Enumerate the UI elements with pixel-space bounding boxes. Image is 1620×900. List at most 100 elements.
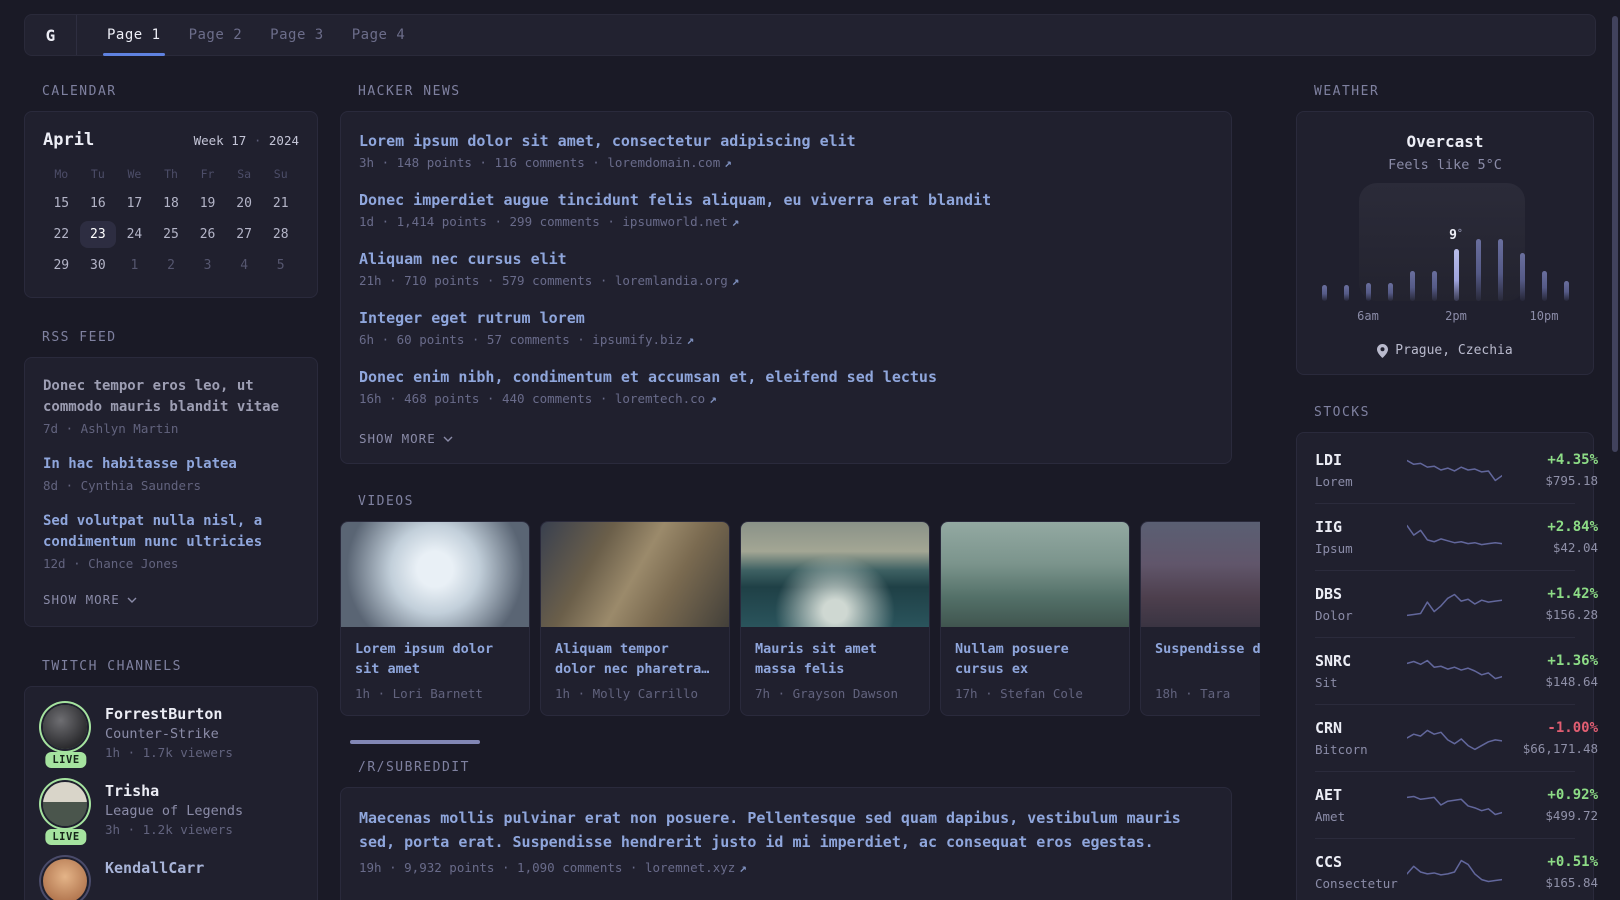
rss-item[interactable]: In hac habitasse platea 8d · Cynthia Sau… bbox=[43, 454, 299, 493]
rss-item[interactable]: Sed volutpat nulla nisl, a condimentum n… bbox=[43, 511, 299, 571]
stock-price: $66,171.48 bbox=[1522, 741, 1598, 756]
rss-item-meta: 7d · Ashlyn Martin bbox=[43, 421, 179, 436]
hn-item-meta: 1d · 1,414 points · 299 comments · ipsum… bbox=[359, 214, 1213, 229]
hn-item-meta: 3h · 148 points · 116 comments · loremdo… bbox=[359, 155, 1213, 170]
stock-row[interactable]: DBS Dolor +1.42% $156.28 bbox=[1315, 570, 1598, 637]
twitch-channel[interactable]: LIVE Trisha League of Legends 3h · 1.2k … bbox=[43, 782, 299, 845]
hn-item[interactable]: Aliquam nec cursus elit 21h · 710 points… bbox=[359, 250, 1213, 288]
video-card[interactable]: Suspendisse diam 18h · Tara bbox=[1140, 521, 1260, 716]
calendar-day-selected[interactable]: 23 bbox=[79, 221, 117, 248]
hn-item[interactable]: Donec imperdiet augue tincidunt felis al… bbox=[359, 191, 1213, 229]
stock-row[interactable]: CCS Consectetur +0.51% $165.84 bbox=[1315, 838, 1598, 900]
hacker-news-widget: Lorem ipsum dolor sit amet, consectetur … bbox=[340, 111, 1232, 464]
twitch-channel[interactable]: KendallCarr bbox=[43, 859, 299, 900]
hn-meta-text: 16h · 468 points · 440 comments · loremt… bbox=[359, 391, 706, 406]
tab-page-4[interactable]: Page 4 bbox=[338, 15, 420, 55]
weather-location-row[interactable]: Prague, Czechia bbox=[1315, 343, 1575, 358]
calendar-day-next-month[interactable]: 4 bbox=[226, 252, 263, 279]
videos-carousel[interactable]: Lorem ipsum dolor sit amet consectetu… 1… bbox=[340, 521, 1260, 716]
hn-item-title[interactable]: Donec enim nibh, condimentum et accumsan… bbox=[359, 368, 1213, 386]
video-card[interactable]: Mauris sit amet massa felis 7h · Grayson… bbox=[740, 521, 930, 716]
hn-item-title[interactable]: Integer eget rutrum lorem bbox=[359, 309, 1213, 327]
stock-price: $795.18 bbox=[1545, 473, 1598, 488]
tab-page-2[interactable]: Page 2 bbox=[175, 15, 257, 55]
calendar-day[interactable]: 27 bbox=[226, 221, 263, 248]
weather-condition: Overcast bbox=[1406, 132, 1484, 151]
calendar-day[interactable]: 29 bbox=[43, 252, 80, 279]
external-link-icon[interactable]: ↗ bbox=[709, 391, 717, 406]
calendar-day[interactable]: 19 bbox=[189, 190, 226, 217]
hn-show-more-button[interactable]: SHOW MORE bbox=[359, 431, 453, 446]
calendar-day-next-month[interactable]: 1 bbox=[116, 252, 153, 279]
calendar-day[interactable]: 24 bbox=[116, 221, 153, 248]
external-link-icon[interactable]: ↗ bbox=[732, 273, 740, 288]
calendar-day[interactable]: 15 bbox=[43, 190, 80, 217]
video-meta: 7h · Grayson Dawson bbox=[755, 686, 898, 701]
calendar-day[interactable]: 21 bbox=[262, 190, 299, 217]
page-tabs: Page 1 Page 2 Page 3 Page 4 bbox=[93, 15, 420, 56]
calendar-day[interactable]: 28 bbox=[262, 221, 299, 248]
hn-item[interactable]: Donec enim nibh, condimentum et accumsan… bbox=[359, 368, 1213, 406]
calendar-day[interactable]: 25 bbox=[153, 221, 190, 248]
stock-row[interactable]: IIG Ipsum +2.84% $42.04 bbox=[1315, 503, 1598, 570]
video-card[interactable]: Lorem ipsum dolor sit amet consectetu… 1… bbox=[340, 521, 530, 716]
dow-mo: Mo bbox=[54, 167, 69, 181]
stock-row[interactable]: AET Amet +0.92% $499.72 bbox=[1315, 771, 1598, 838]
dow-tu: Tu bbox=[90, 167, 105, 181]
calendar-day[interactable]: 16 bbox=[80, 190, 117, 217]
dow-we: We bbox=[127, 167, 142, 181]
twitch-channel-game: Counter-Strike bbox=[105, 726, 219, 742]
stock-row[interactable]: CRN Bitcorn -1.00% $66,171.48 bbox=[1315, 704, 1598, 771]
app-logo[interactable]: G bbox=[25, 15, 77, 55]
hn-item[interactable]: Integer eget rutrum lorem 6h · 60 points… bbox=[359, 309, 1213, 347]
calendar-year: 2024 bbox=[268, 133, 299, 148]
rss-item[interactable]: Donec tempor eros leo, ut commodo mauris… bbox=[43, 376, 299, 436]
avatar bbox=[43, 859, 87, 900]
rss-show-more-button[interactable]: SHOW MORE bbox=[43, 592, 137, 607]
calendar-day[interactable]: 18 bbox=[153, 190, 190, 217]
calendar-day-next-month[interactable]: 3 bbox=[189, 252, 226, 279]
stock-sparkline bbox=[1407, 795, 1502, 816]
twitch-widget: LIVE ForrestBurton Counter-Strike 1h · 1… bbox=[24, 686, 318, 900]
stock-row[interactable]: SNRC Sit +1.36% $148.64 bbox=[1315, 637, 1598, 704]
twitch-channel-game: League of Legends bbox=[105, 803, 244, 819]
calendar-day-next-month[interactable]: 2 bbox=[153, 252, 190, 279]
carousel-scrollbar[interactable] bbox=[350, 740, 480, 744]
stock-ticker: LDI bbox=[1315, 451, 1343, 469]
external-link-icon[interactable]: ↗ bbox=[687, 332, 695, 347]
external-link-icon[interactable]: ↗ bbox=[732, 214, 740, 229]
page-scrollbar-thumb[interactable] bbox=[1612, 16, 1618, 452]
weather-bar: 6am bbox=[1357, 283, 1379, 323]
hn-item-title[interactable]: Donec imperdiet augue tincidunt felis al… bbox=[359, 191, 1213, 209]
tab-page-3[interactable]: Page 3 bbox=[256, 15, 338, 55]
calendar-day[interactable]: 30 bbox=[80, 252, 117, 279]
video-card[interactable]: Aliquam tempor dolor nec pharetra… 1h · … bbox=[540, 521, 730, 716]
stock-price: $165.84 bbox=[1545, 875, 1598, 890]
calendar-day[interactable]: 20 bbox=[226, 190, 263, 217]
tab-page-1[interactable]: Page 1 bbox=[93, 15, 175, 56]
middle-column: HACKER NEWS Lorem ipsum dolor sit amet, … bbox=[340, 70, 1260, 900]
weather-location: Prague, Czechia bbox=[1395, 343, 1513, 358]
twitch-section-label: TWITCH CHANNELS bbox=[42, 659, 182, 674]
weather-hour-label: 6am bbox=[1357, 309, 1379, 323]
calendar-day[interactable]: 17 bbox=[116, 190, 153, 217]
calendar-day[interactable]: 26 bbox=[189, 221, 226, 248]
chevron-down-icon bbox=[443, 436, 453, 442]
calendar-day[interactable]: 22 bbox=[43, 221, 80, 248]
rss-item-title: Donec tempor eros leo, ut commodo mauris… bbox=[43, 378, 280, 415]
external-link-icon[interactable]: ↗ bbox=[739, 860, 747, 875]
subreddit-meta-text: 19h · 9,932 points · 1,090 comments · lo… bbox=[359, 860, 736, 875]
stock-row[interactable]: LDI Lorem +4.35% $795.18 bbox=[1315, 437, 1598, 503]
hn-item[interactable]: Lorem ipsum dolor sit amet, consectetur … bbox=[359, 132, 1213, 170]
calendar-day-next-month[interactable]: 5 bbox=[262, 252, 299, 279]
video-card[interactable]: Nullam posuere cursus ex 17h · Stefan Co… bbox=[940, 521, 1130, 716]
subreddit-post-title[interactable]: Maecenas mollis pulvinar erat non posuer… bbox=[359, 806, 1213, 854]
external-link-icon[interactable]: ↗ bbox=[724, 155, 732, 170]
weather-bar bbox=[1321, 285, 1327, 301]
stocks-widget: LDI Lorem +4.35% $795.18 IIG Ipsum +2.84% $4… bbox=[1296, 432, 1598, 900]
hn-item-title[interactable]: Lorem ipsum dolor sit amet, consectetur … bbox=[359, 132, 1213, 150]
weather-hour-label: 2pm bbox=[1445, 309, 1467, 323]
stock-change: +0.51% bbox=[1547, 854, 1598, 870]
twitch-channel[interactable]: LIVE ForrestBurton Counter-Strike 1h · 1… bbox=[43, 705, 299, 768]
hn-item-title[interactable]: Aliquam nec cursus elit bbox=[359, 250, 1213, 268]
